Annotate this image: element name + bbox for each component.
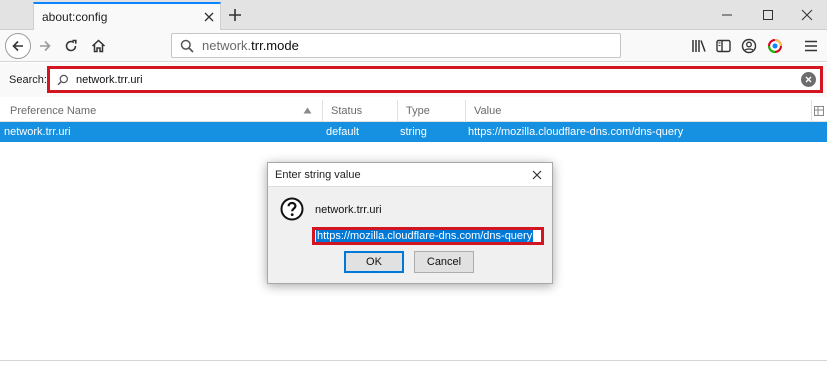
row-type: string [400, 126, 427, 138]
sidebar-icon [715, 39, 731, 53]
row-value: https://mozilla.cloudflare-dns.com/dns-q… [468, 126, 684, 138]
clear-search-icon[interactable] [801, 72, 816, 87]
column-header-preference-name[interactable]: Preference Name [0, 100, 323, 122]
tab-bar: about:config [0, 0, 827, 30]
table-header: Preference Name Status Type Value [0, 100, 827, 122]
library-icon [692, 40, 706, 52]
row-preference-name: network.trr.uri [4, 126, 71, 138]
column-picker-icon [814, 106, 824, 116]
cancel-button[interactable]: Cancel [414, 251, 474, 273]
sidebar-button[interactable] [710, 33, 736, 59]
dialog-title: Enter string value [275, 168, 361, 181]
url-bar[interactable]: network.trr.mode [171, 33, 621, 58]
search-icon [56, 73, 70, 87]
sort-ascending-icon [303, 107, 312, 114]
ok-button[interactable]: OK [344, 251, 404, 273]
forward-arrow-icon [40, 40, 51, 52]
extension-icon [768, 39, 782, 53]
minimize-button[interactable] [707, 2, 747, 28]
tab-about-config[interactable]: about:config [33, 2, 221, 30]
close-window-button[interactable] [787, 2, 827, 28]
column-picker-button[interactable] [812, 100, 827, 122]
close-icon [532, 170, 542, 180]
home-button[interactable] [85, 33, 111, 59]
config-search-row: Search: network.trr.uri [0, 63, 827, 97]
string-value-input[interactable]: https://mozilla.cloudflare-dns.com/dns-q… [312, 227, 544, 245]
dialog-message: network.trr.uri [315, 204, 382, 216]
hamburger-menu-icon [805, 40, 817, 52]
tab-title: about:config [42, 10, 108, 24]
library-button[interactable] [686, 33, 712, 59]
search-label: Search: [9, 74, 47, 86]
new-tab-button[interactable] [224, 4, 246, 26]
reload-button[interactable] [58, 33, 84, 59]
maximize-button[interactable] [748, 2, 788, 28]
config-search-input[interactable]: network.trr.uri [47, 66, 823, 93]
column-header-status[interactable]: Status [323, 100, 398, 122]
status-divider [0, 360, 827, 361]
search-icon [178, 37, 196, 55]
back-button[interactable] [5, 33, 31, 59]
back-arrow-icon [12, 40, 23, 52]
tab-close-icon[interactable] [198, 6, 220, 28]
url-text: network.trr.mode [202, 38, 299, 53]
row-status: default [326, 126, 360, 138]
reload-icon [65, 39, 77, 52]
account-button[interactable] [736, 33, 762, 59]
column-header-type[interactable]: Type [398, 100, 466, 122]
search-value: network.trr.uri [76, 73, 143, 86]
nav-toolbar: network.trr.mode [0, 30, 827, 62]
home-icon [91, 39, 105, 53]
extension-button[interactable] [762, 33, 788, 59]
account-icon [741, 38, 757, 54]
question-icon [280, 197, 304, 221]
enter-string-dialog: Enter string value network.trr.uri https… [267, 162, 553, 284]
dialog-title-bar: Enter string value [268, 163, 552, 187]
forward-button[interactable] [32, 33, 58, 59]
menu-button[interactable] [798, 33, 824, 59]
dialog-close-button[interactable] [522, 163, 552, 187]
column-header-value[interactable]: Value [466, 100, 812, 122]
string-value-text: https://mozilla.cloudflare-dns.com/dns-q… [316, 230, 534, 242]
table-row[interactable]: network.trr.uri default string https://m… [0, 122, 827, 142]
